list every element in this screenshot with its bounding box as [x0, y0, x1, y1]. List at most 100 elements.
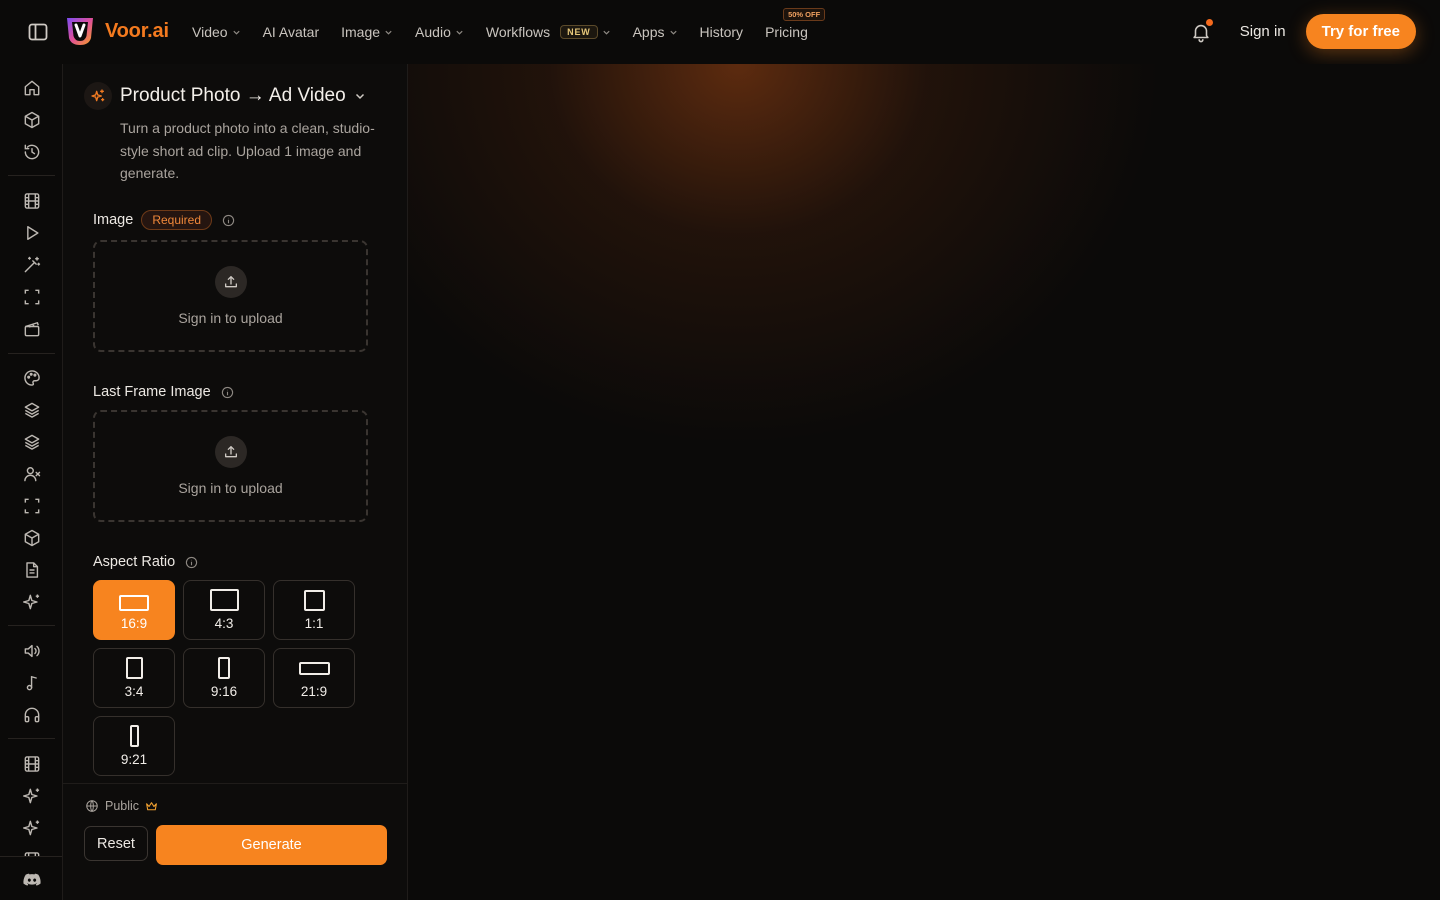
- aspect-ratio-label: 4:3: [214, 616, 234, 631]
- box-icon[interactable]: [22, 110, 42, 130]
- layers-alt-icon[interactable]: [22, 432, 42, 452]
- nav-apps[interactable]: Apps: [633, 24, 678, 40]
- home-icon[interactable]: [22, 78, 42, 98]
- play-icon[interactable]: [22, 223, 42, 243]
- nav-audio[interactable]: Audio: [415, 24, 464, 40]
- notification-bell-icon[interactable]: [1190, 18, 1213, 43]
- icon-rail: [0, 64, 63, 900]
- image-label-text: Image: [93, 212, 134, 228]
- info-icon[interactable]: [221, 386, 234, 399]
- nav-apps-label: Apps: [632, 24, 665, 40]
- aspect-ratio-3-4[interactable]: 3:4: [93, 648, 175, 708]
- aspect-ratio-label: 9:16: [210, 684, 238, 699]
- scan-alt-icon[interactable]: [22, 496, 42, 516]
- aspect-ratio-label: 1:1: [304, 616, 324, 631]
- nav-ai-avatar-label: AI Avatar: [262, 24, 320, 40]
- image-field-label: Image Required: [93, 210, 235, 230]
- sparkles-star-icon[interactable]: [22, 818, 42, 838]
- aspect-ratio-4-3[interactable]: 4:3: [183, 580, 265, 640]
- chevron-down-icon: [385, 30, 392, 35]
- aspect-ratio-16-9[interactable]: 16:9: [93, 580, 175, 640]
- sign-in-link[interactable]: Sign in: [1240, 23, 1286, 40]
- image-upload-dropzone[interactable]: Sign in to upload: [93, 240, 368, 352]
- reset-button[interactable]: Reset: [84, 826, 148, 861]
- clapperboard-icon[interactable]: [22, 319, 42, 339]
- try-for-free-button[interactable]: Try for free: [1305, 14, 1416, 49]
- sparkles-icon[interactable]: [22, 592, 42, 612]
- magic-wand-icon[interactable]: [22, 255, 42, 275]
- nav-image[interactable]: Image: [341, 24, 393, 40]
- notification-dot: [1205, 18, 1213, 26]
- upload-text: Sign in to upload: [178, 310, 283, 326]
- film-icon[interactable]: [22, 191, 42, 211]
- sidebar-toggle-icon[interactable]: [26, 20, 50, 44]
- palette-icon[interactable]: [22, 368, 42, 388]
- brand-name: Voor.ai: [105, 19, 169, 42]
- aspect-ratio-9-16[interactable]: 9:16: [183, 648, 265, 708]
- workflow-title: Product Photo → Ad Video: [120, 85, 346, 106]
- nav-history-label: History: [699, 24, 744, 40]
- layers-icon[interactable]: [22, 400, 42, 420]
- generate-button[interactable]: Generate: [156, 825, 387, 865]
- info-icon[interactable]: [185, 556, 198, 569]
- chevron-down-icon: [355, 93, 364, 100]
- upload-text: Sign in to upload: [178, 480, 283, 496]
- upload-icon: [214, 436, 247, 468]
- nav-audio-label: Audio: [415, 24, 451, 40]
- ratio-shape-icon: [119, 595, 149, 611]
- visibility-label: Public: [105, 799, 140, 813]
- chevron-down-icon: [669, 30, 677, 35]
- last-frame-label-text: Last Frame Image: [93, 384, 211, 400]
- workflow-panel: Product Photo → Ad Video Turn a product …: [63, 64, 408, 900]
- info-icon[interactable]: [222, 214, 235, 227]
- nav-image-label: Image: [341, 24, 381, 40]
- headphones-icon[interactable]: [22, 705, 42, 725]
- aspect-ratio-label: 16:9: [120, 616, 148, 631]
- ratio-shape-icon: [209, 589, 239, 611]
- brand[interactable]: Voor.ai: [63, 14, 169, 48]
- scan-icon[interactable]: [22, 287, 42, 307]
- discount-badge: 50% OFF: [783, 8, 826, 21]
- sparkles-icon: [84, 82, 112, 110]
- main-nav: Video AI Avatar Image Audio Workflows NE…: [192, 0, 830, 64]
- crown-icon: [146, 801, 157, 810]
- ratio-shape-icon: [218, 657, 230, 679]
- visibility-toggle[interactable]: Public: [85, 799, 158, 813]
- music-note-icon[interactable]: [22, 673, 42, 693]
- nav-pricing[interactable]: 50% OFF Pricing: [765, 8, 826, 40]
- document-icon[interactable]: [22, 560, 42, 580]
- aspect-ratio-1-1[interactable]: 1:1: [273, 580, 355, 640]
- chevron-down-icon: [602, 30, 610, 35]
- rail-divider: [8, 738, 55, 739]
- film-alt-icon[interactable]: [22, 754, 42, 774]
- ratio-shape-icon: [303, 590, 325, 611]
- nav-video[interactable]: Video: [192, 24, 241, 40]
- nav-ai-avatar[interactable]: AI Avatar: [263, 24, 320, 40]
- rail-divider: [8, 353, 55, 354]
- required-badge: Required: [141, 210, 213, 230]
- rail-divider: [8, 175, 55, 176]
- user-x-icon[interactable]: [22, 464, 42, 484]
- last-frame-field-label: Last Frame Image: [93, 384, 234, 400]
- nav-history[interactable]: History: [700, 24, 744, 40]
- nav-workflows-label: Workflows: [485, 24, 551, 40]
- aspect-ratio-21-9[interactable]: 21:9: [273, 648, 355, 708]
- header-actions: Sign in Try for free: [1190, 14, 1416, 49]
- aspect-ratio-9-21[interactable]: 9:21: [93, 716, 175, 776]
- workflow-selector[interactable]: Product Photo → Ad Video: [84, 82, 366, 110]
- aspect-ratio-field-label: Aspect Ratio: [93, 554, 198, 570]
- nav-pricing-label: Pricing: [765, 24, 808, 40]
- chevron-down-icon: [456, 30, 463, 35]
- speaker-icon[interactable]: [22, 641, 42, 661]
- aspect-ratio-label-text: Aspect Ratio: [93, 554, 176, 570]
- last-frame-upload-dropzone[interactable]: Sign in to upload: [93, 410, 368, 522]
- sparkles-alt-icon[interactable]: [22, 786, 42, 806]
- ratio-shape-icon: [129, 725, 139, 747]
- aspect-ratio-label: 21:9: [300, 684, 328, 699]
- history-icon[interactable]: [22, 142, 42, 162]
- package-icon[interactable]: [22, 528, 42, 548]
- preview-canvas: [408, 64, 1440, 900]
- rail-divider: [8, 625, 55, 626]
- discord-icon[interactable]: [22, 870, 42, 890]
- nav-workflows[interactable]: Workflows NEW: [486, 24, 611, 40]
